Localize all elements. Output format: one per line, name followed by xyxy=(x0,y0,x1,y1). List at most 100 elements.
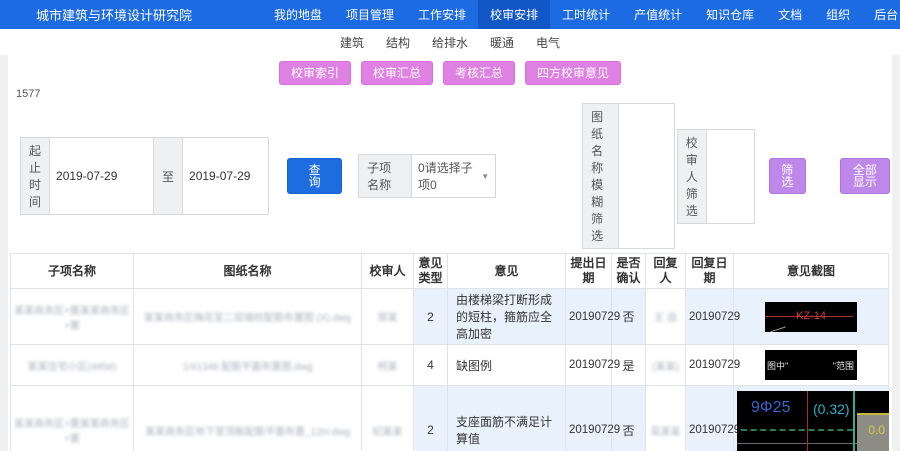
cell-reply-date: 20190729 xyxy=(686,345,734,386)
action-button-row: 校审索引 校审汇总 考核汇总 四方校审意见 xyxy=(10,55,890,85)
cell-reviewer: 柯某 xyxy=(362,345,414,386)
nav-item-project-mgmt[interactable]: 项目管理 xyxy=(334,0,406,29)
show-all-button[interactable]: 全部显示 xyxy=(840,158,890,194)
cell-opinion: 支座面筋不满足计算值 xyxy=(448,386,566,451)
cad-screenshot-kz14[interactable]: KZ-14 xyxy=(765,302,857,332)
reviewer-filter-group: 校审人筛选 xyxy=(677,129,755,224)
drawing-filter-group: 图纸名称模糊筛选 xyxy=(582,103,675,249)
col-opinion-type: 意见类型 xyxy=(414,254,448,289)
grid-line xyxy=(737,443,857,444)
dimension-value: 0.0 xyxy=(868,423,885,437)
subitem-label: 子项名称 xyxy=(358,154,412,198)
col-reviewer: 校审人 xyxy=(362,254,414,289)
discipline-tabs: 建筑 结构 给排水 暖通 电气 xyxy=(0,29,900,55)
cell-subitem: 某某商务区+置某某商务区+置 xyxy=(11,289,134,345)
cad-screenshot-rebar-032[interactable]: 9Φ25 (0.32) 0.0 xyxy=(737,391,889,451)
red-axis-line xyxy=(807,391,808,451)
top-navbar: 城市建筑与环境设计研究院 我的地盘 项目管理 工作安排 校审安排 工时统计 产值… xyxy=(0,0,900,29)
cell-replier: (某某) xyxy=(646,345,686,386)
teal-axis-line xyxy=(853,391,855,451)
cell-drawing: 某某商务区梅花至二层墙柱配筋布置图 (X).dwg xyxy=(134,289,362,345)
query-button[interactable]: 查询 xyxy=(287,158,342,194)
cell-opinion-type: 2 xyxy=(414,386,448,451)
table-row: 某某商务区+置某某商务区+置 某某商务区地下室顶板配筋平面布置_12H.dwg … xyxy=(11,386,889,451)
filter-bar: 起止时间 至 查询 子项名称 0请选择子项0 ▼ 图纸名称模糊筛选 校审人筛选 … xyxy=(10,103,890,249)
cad-screenshot-legend[interactable]: 图中" "范围 xyxy=(765,350,857,380)
col-opinion: 意见 xyxy=(448,254,566,289)
col-submit-date: 提出日期 xyxy=(566,254,612,289)
record-count: 1577 xyxy=(16,88,890,100)
filter-button[interactable]: 筛选 xyxy=(769,158,806,194)
date-to-input[interactable] xyxy=(183,137,269,215)
subitem-selected-value: 0请选择子项0 xyxy=(418,159,481,193)
four-party-review-button[interactable]: 四方校审意见 xyxy=(525,61,621,85)
dashed-grid-line xyxy=(741,429,853,431)
select-caret-icon: ▼ xyxy=(481,172,489,181)
tab-electrical[interactable]: 电气 xyxy=(536,34,560,51)
rebar-callout: 9Φ25 xyxy=(751,399,790,417)
nav-item-org[interactable]: 组织 xyxy=(814,0,862,29)
cell-opinion: 缺图例 xyxy=(448,345,566,386)
col-confirmed: 是否确认 xyxy=(612,254,646,289)
nav-item-knowledge-base[interactable]: 知识仓库 xyxy=(694,0,766,29)
cell-reviewer: 邢某 xyxy=(362,289,414,345)
cell-submit-date: 20190729 xyxy=(566,386,612,451)
app-title: 城市建筑与环境设计研究院 xyxy=(36,5,192,24)
nav-item-review-schedule[interactable]: 校审安排 xyxy=(478,0,550,29)
tab-hvac[interactable]: 暖通 xyxy=(490,34,514,51)
review-table: 子项名称 图纸名称 校审人 意见类型 意见 提出日期 是否确认 回复人 回复日期… xyxy=(10,253,889,451)
cell-screenshot: 9Φ25 (0.32) 0.0 xyxy=(734,386,889,451)
cell-opinion-type: 2 xyxy=(414,289,448,345)
annotation-text: "范围 xyxy=(833,359,854,372)
cell-submit-date: 20190729 xyxy=(566,289,612,345)
col-subitem-name: 子项名称 xyxy=(11,254,134,289)
cell-drawing: 某某商务区地下室顶板配筋平面布置_12H.dwg xyxy=(134,386,362,451)
nav-item-backend[interactable]: 后台 xyxy=(862,0,900,29)
drawing-filter-label: 图纸名称模糊筛选 xyxy=(582,103,619,249)
table-row: 某某住宅小区(4#5#) 1/41348 配筋平面布置图.dwg 柯某 4 缺图… xyxy=(11,345,889,386)
cell-opinion-type: 4 xyxy=(414,345,448,386)
tab-architecture[interactable]: 建筑 xyxy=(340,34,364,51)
date-to-label: 至 xyxy=(154,137,183,215)
review-index-button[interactable]: 校审索引 xyxy=(279,61,351,85)
cell-drawing: 1/41348 配筋平面布置图.dwg xyxy=(134,345,362,386)
cell-reply-date: 20190729 xyxy=(686,386,734,451)
cell-reviewer: 纪某某 xyxy=(362,386,414,451)
cell-screenshot: 图中" "范围 xyxy=(734,345,889,386)
date-from-input[interactable] xyxy=(50,137,154,215)
cell-reply-date: 20190729 xyxy=(686,289,734,345)
cell-confirmed: 否 xyxy=(612,386,646,451)
nav-item-hours-stats[interactable]: 工时统计 xyxy=(550,0,622,29)
drawing-filter-input[interactable] xyxy=(619,103,675,249)
cell-screenshot: KZ-14 xyxy=(734,289,889,345)
reviewer-filter-label: 校审人筛选 xyxy=(677,129,707,224)
date-range-group: 起止时间 至 xyxy=(20,137,269,215)
cell-subitem: 某某住宅小区(4#5#) xyxy=(11,345,134,386)
cell-subitem: 某某商务区+置某某商务区+置 xyxy=(11,386,134,451)
subitem-select[interactable]: 0请选择子项0 ▼ xyxy=(412,154,496,198)
col-drawing-name: 图纸名称 xyxy=(134,254,362,289)
cell-replier: 王·自 xyxy=(646,289,686,345)
annotation-text: 图中" xyxy=(767,359,788,372)
tab-structure[interactable]: 结构 xyxy=(386,34,410,51)
review-summary-button[interactable]: 校审汇总 xyxy=(361,61,433,85)
assessment-summary-button[interactable]: 考核汇总 xyxy=(443,61,515,85)
main-content: 校审索引 校审汇总 考核汇总 四方校审意见 1577 起止时间 至 查询 子项名… xyxy=(8,55,892,451)
nav-menu: 我的地盘 项目管理 工作安排 校审安排 工时统计 产值统计 知识仓库 文档 组织… xyxy=(262,0,900,29)
column-label: KZ-14 xyxy=(765,310,857,322)
rebar-ratio: (0.32) xyxy=(813,401,850,417)
nav-item-output-stats[interactable]: 产值统计 xyxy=(622,0,694,29)
nav-item-work-schedule[interactable]: 工作安排 xyxy=(406,0,478,29)
col-replier: 回复人 xyxy=(646,254,686,289)
reviewer-filter-input[interactable] xyxy=(707,129,755,224)
date-range-label: 起止时间 xyxy=(20,137,50,215)
nav-item-docs[interactable]: 文档 xyxy=(766,0,814,29)
table-row: 某某商务区+置某某商务区+置 某某商务区梅花至二层墙柱配筋布置图 (X).dwg… xyxy=(11,289,889,345)
nav-item-my-area[interactable]: 我的地盘 xyxy=(262,0,334,29)
cell-opinion: 由楼梯梁打断形成的短柱，箍筋应全高加密 xyxy=(448,289,566,345)
cell-submit-date: 20190729 xyxy=(566,345,612,386)
col-screenshot: 意见截图 xyxy=(734,254,889,289)
table-header-row: 子项名称 图纸名称 校审人 意见类型 意见 提出日期 是否确认 回复人 回复日期… xyxy=(11,254,889,289)
col-reply-date: 回复日期 xyxy=(686,254,734,289)
tab-plumbing[interactable]: 给排水 xyxy=(432,34,468,51)
